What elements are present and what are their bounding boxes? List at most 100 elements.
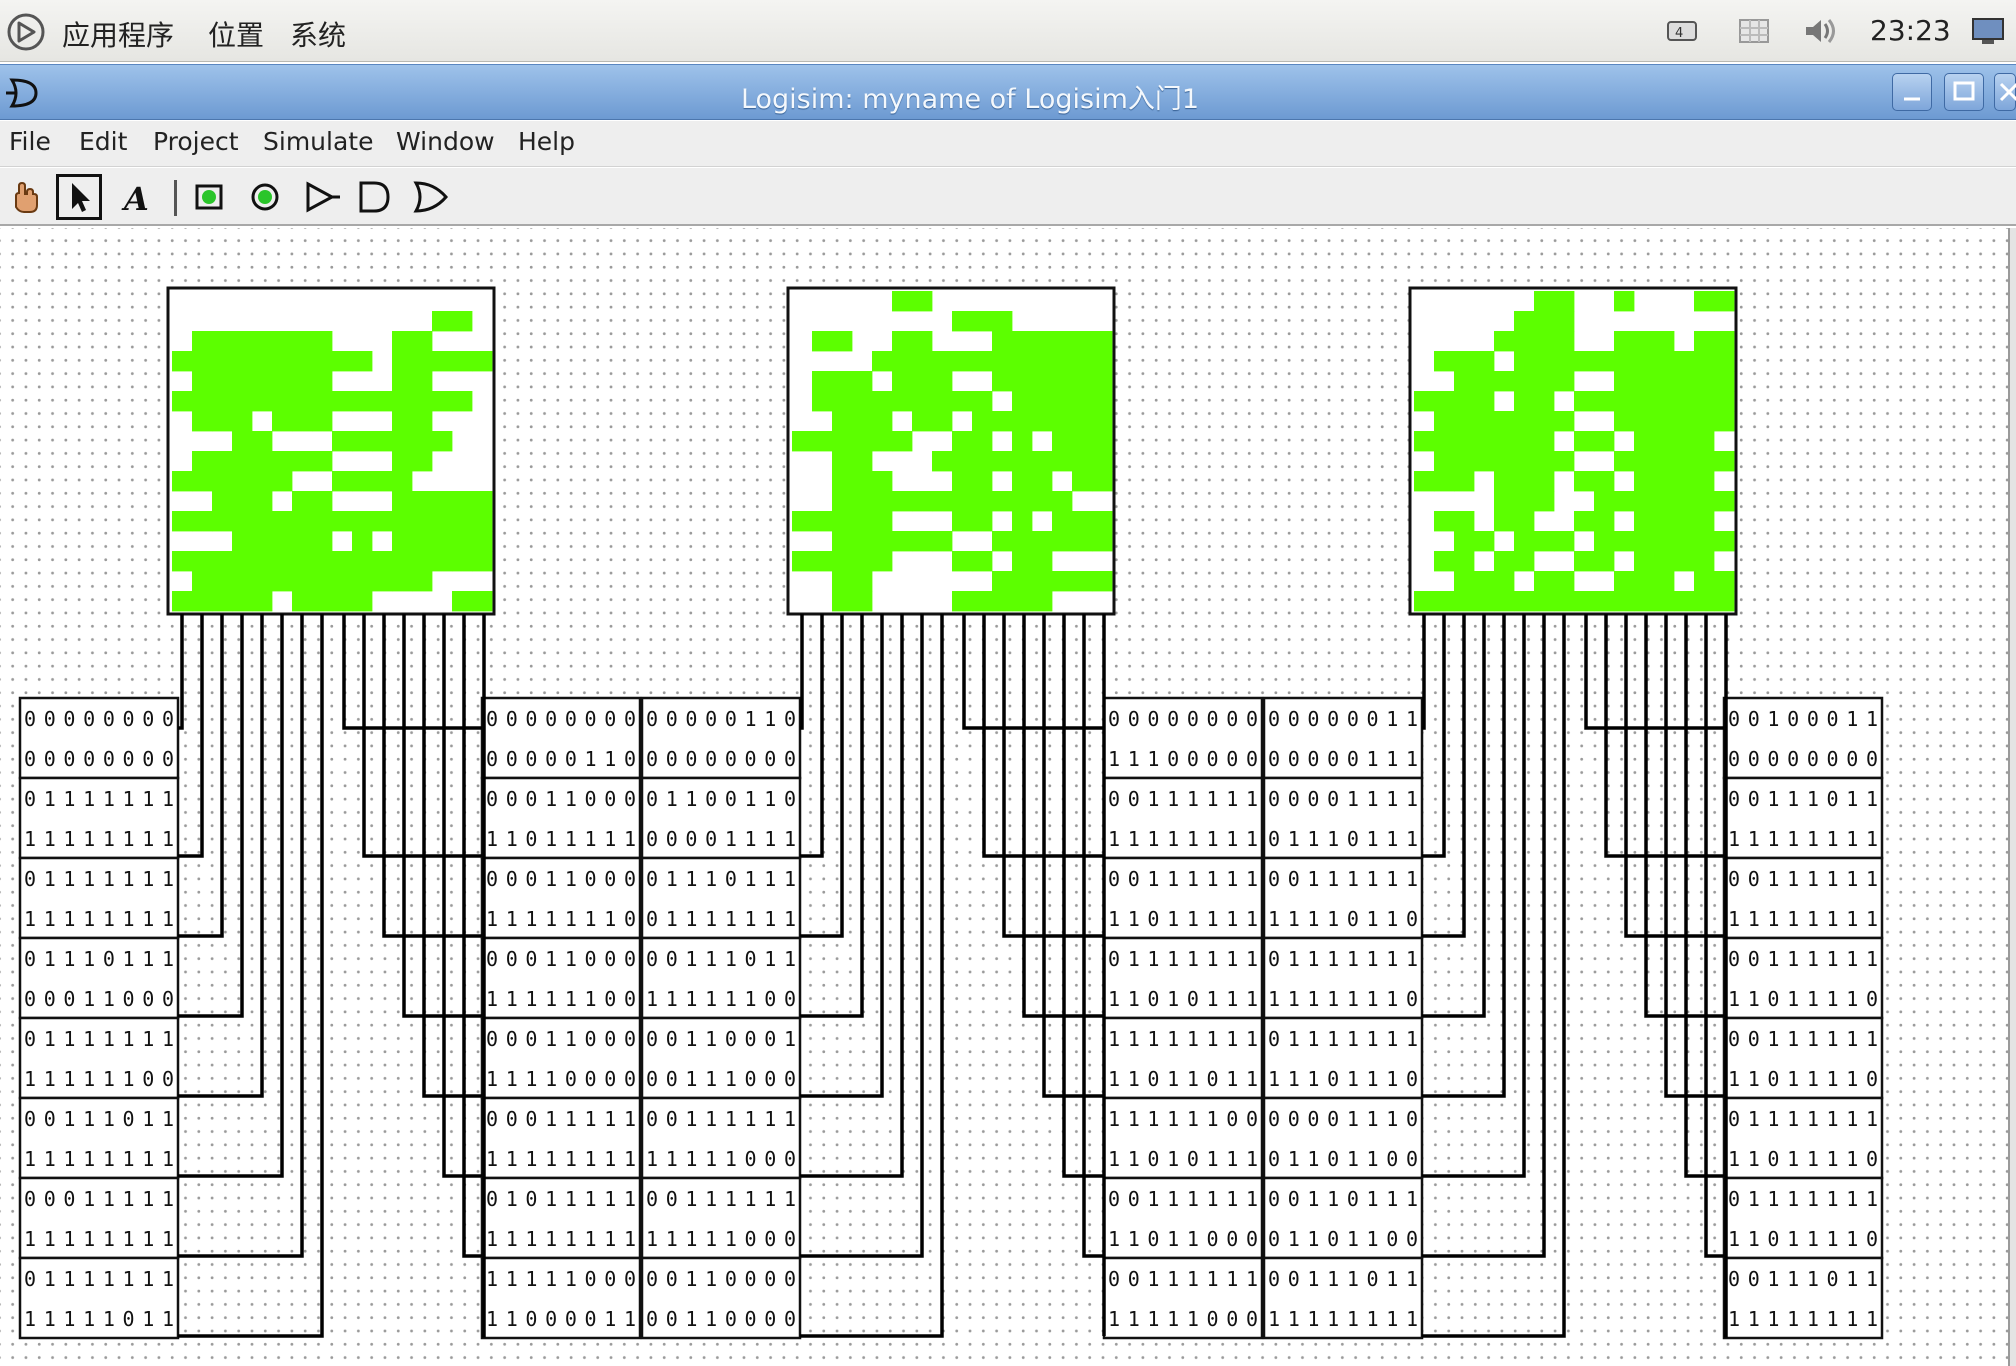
- led-pixel: [1674, 531, 1695, 552]
- or-gate-icon[interactable]: [408, 174, 454, 220]
- led-pixel: [292, 331, 313, 352]
- led-pixel: [1654, 351, 1675, 372]
- led-pixel: [292, 411, 313, 432]
- led-pixel: [1634, 331, 1655, 352]
- led-pixel: [1072, 431, 1093, 452]
- close-button[interactable]: [1994, 73, 2016, 111]
- led-pixel: [312, 491, 333, 512]
- led-pixel: [312, 391, 333, 412]
- led-pixel: [992, 531, 1013, 552]
- menu-help[interactable]: Help: [518, 127, 575, 156]
- select-tool-icon[interactable]: [56, 174, 102, 220]
- clock[interactable]: 23:23: [1870, 14, 1951, 47]
- led-pixel: [872, 511, 893, 532]
- led-pixel: [352, 431, 373, 452]
- led-pixel: [292, 531, 313, 552]
- led-pixel: [1574, 391, 1595, 412]
- circuit-drawing[interactable]: 0000000000000000011111111111111101111111…: [0, 228, 2008, 1366]
- svg-text:4: 4: [1675, 26, 1683, 41]
- led-pixel: [1614, 411, 1635, 432]
- and-gate-icon[interactable]: [352, 174, 398, 220]
- circuit-canvas[interactable]: 00000000 00000000 01111111 11111111 01111111…: [0, 228, 2010, 1366]
- led-pixel: [1594, 551, 1615, 572]
- volume-icon[interactable]: [1802, 14, 1838, 48]
- network-icon[interactable]: [1736, 14, 1772, 48]
- text-tool-icon[interactable]: A: [114, 174, 160, 220]
- led-pixel: [912, 371, 933, 392]
- menu-project[interactable]: Project: [153, 127, 239, 156]
- poke-tool-icon[interactable]: [4, 174, 50, 220]
- led-pixel: [1674, 451, 1695, 472]
- menu-edit[interactable]: Edit: [79, 127, 127, 156]
- led-pixel: [892, 391, 913, 412]
- led-pixel: [892, 371, 913, 392]
- led-pixel: [1494, 591, 1515, 612]
- led-pixel: [1514, 391, 1535, 412]
- led-pixel: [372, 551, 393, 572]
- led-pixel: [1514, 431, 1535, 452]
- led-pixel: [1714, 351, 1735, 372]
- led-pixel: [1554, 531, 1575, 552]
- system-menu-places[interactable]: 位置: [208, 14, 264, 54]
- led-pixel: [1714, 531, 1735, 552]
- vertical-scrollbar[interactable]: [2008, 228, 2016, 1366]
- keyboard-layout-icon[interactable]: 4: [1664, 14, 1700, 48]
- led-pixel: [1434, 411, 1455, 432]
- output-pin-icon[interactable]: [242, 174, 288, 220]
- led-pixel: [1494, 571, 1515, 592]
- led-pixel: [1534, 331, 1555, 352]
- led-pixel: [792, 431, 813, 452]
- led-pixel: [392, 451, 413, 472]
- led-pixel: [472, 591, 493, 612]
- led-pixel: [852, 591, 873, 612]
- menu-file[interactable]: File: [9, 127, 51, 156]
- led-pixel: [1574, 351, 1595, 372]
- led-pixel: [1474, 571, 1495, 592]
- window-titlebar[interactable]: Logisim: myname of Logisim入门1: [0, 64, 2016, 120]
- led-pixel: [272, 511, 293, 532]
- led-pixel: [1092, 331, 1113, 352]
- menu-window[interactable]: Window: [396, 127, 495, 156]
- system-logo-icon[interactable]: [6, 12, 46, 52]
- led-pixel: [252, 491, 273, 512]
- led-pixel: [372, 511, 393, 532]
- led-pixel: [312, 531, 333, 552]
- led-pixel: [1474, 371, 1495, 392]
- led-pixel: [832, 531, 853, 552]
- led-pixel: [412, 331, 433, 352]
- svg-text:A: A: [121, 180, 149, 218]
- led-pixel: [952, 551, 973, 572]
- led-pixel: [1434, 591, 1455, 612]
- maximize-button[interactable]: [1944, 73, 1984, 111]
- menu-simulate[interactable]: Simulate: [263, 127, 373, 156]
- buffer-gate-icon[interactable]: [298, 174, 344, 220]
- system-menu-system[interactable]: 系统: [290, 14, 346, 54]
- minimize-button[interactable]: [1892, 73, 1932, 111]
- led-pixel: [1012, 511, 1033, 532]
- input-pin-icon[interactable]: [186, 174, 232, 220]
- led-pixel: [832, 451, 853, 472]
- led-pixel: [432, 311, 453, 332]
- led-pixel: [1454, 551, 1475, 572]
- wire: [1422, 614, 1486, 1018]
- led-pixel: [1674, 591, 1695, 612]
- led-pixel: [1072, 531, 1093, 552]
- led-pixel: [392, 511, 413, 532]
- led-pixel: [272, 371, 293, 392]
- led-pixel: [1092, 391, 1113, 412]
- system-menu-applications[interactable]: 应用程序: [62, 14, 174, 54]
- led-pixel: [1594, 491, 1615, 512]
- led-pixel: [812, 511, 833, 532]
- led-pixel: [1494, 431, 1515, 452]
- wire: [482, 614, 486, 1338]
- led-pixel: [1534, 311, 1555, 332]
- led-pixel: [1714, 331, 1735, 352]
- led-pixel: [1534, 451, 1555, 472]
- led-pixel: [1694, 291, 1715, 312]
- led-pixel: [1594, 391, 1615, 412]
- wire: [1422, 614, 1426, 730]
- led-pixel: [1514, 471, 1535, 492]
- led-pixel: [1454, 351, 1475, 372]
- show-desktop-icon[interactable]: [1970, 14, 2006, 48]
- led-pixel: [452, 591, 473, 612]
